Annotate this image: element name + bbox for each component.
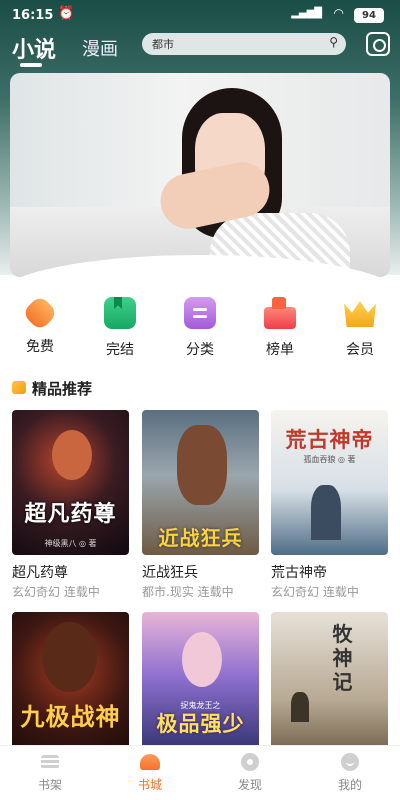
promo-banner[interactable] [10, 73, 390, 277]
wifi-icon: ◠ [333, 6, 344, 20]
bookshelf-icon [38, 752, 62, 772]
cover-figure [52, 430, 92, 480]
tab-label: 发现 [237, 778, 262, 792]
search-placeholder: 都市 [152, 38, 174, 51]
category-free[interactable]: 免费 [5, 294, 75, 361]
profile-icon[interactable] [366, 32, 390, 56]
signal-icon: ▂▄▆█ [291, 8, 322, 19]
discover-icon [238, 752, 262, 772]
book-cover[interactable]: 捉鬼龙王之 极品强少 [142, 612, 259, 757]
search-icon: ⚲ [329, 35, 338, 49]
tab-mine[interactable]: 我的 [300, 746, 400, 800]
tab-discover[interactable]: 发现 [200, 746, 300, 800]
tab-novel[interactable]: 小说 [12, 32, 56, 64]
book-meta: 玄幻奇幻 连载中 [271, 585, 359, 599]
book-cover[interactable]: 荒古神帝 孤血吞狼 ◎ 著 [271, 410, 388, 555]
alarm-icon: ⏰ [58, 6, 75, 21]
category-vip[interactable]: 会员 [325, 297, 395, 361]
book-title[interactable]: 近战狂兵 [142, 562, 198, 582]
folder-icon [12, 381, 26, 394]
bookstore-icon [138, 752, 162, 772]
top-header: 小说 漫画 都市 ⚲ [0, 30, 400, 70]
section-title: 精品推荐 [32, 380, 93, 398]
status-time: 16:15 [12, 8, 54, 23]
ranking-icon [264, 297, 296, 329]
bottom-tab-bar: 书架 书城 发现 我的 [0, 745, 400, 800]
book-cover[interactable]: 九极战神 [12, 612, 129, 757]
cover-figure [182, 632, 222, 687]
cover-figure [311, 485, 341, 540]
category-icon [184, 297, 216, 329]
cover-title: 极品强少 [156, 711, 245, 736]
cover-figure [42, 622, 97, 692]
tab-label: 书架 [37, 778, 62, 792]
book-cover[interactable]: 牧神记 [271, 612, 388, 757]
category-completed[interactable]: 完结 [85, 297, 155, 361]
category-classify[interactable]: 分类 [165, 297, 235, 361]
category-label: 榜单 [266, 342, 294, 358]
free-icon [21, 294, 59, 332]
cover-title: 九极战神 [20, 702, 121, 731]
tab-bookstore[interactable]: 书城 [100, 746, 200, 800]
book-meta: 都市.现实 连载中 [142, 585, 234, 599]
category-ranking[interactable]: 榜单 [245, 297, 315, 361]
vip-crown-icon [344, 297, 376, 329]
tab-comic[interactable]: 漫画 [82, 35, 118, 61]
battery-indicator: 94 [354, 8, 384, 23]
category-label: 会员 [346, 342, 374, 358]
book-cover[interactable]: 近战狂兵 [142, 410, 259, 555]
category-label: 完结 [106, 342, 134, 358]
tab-label: 书城 [137, 778, 162, 792]
book-title[interactable]: 超凡药尊 [12, 562, 68, 582]
completed-book-icon [104, 297, 136, 329]
cover-title: 牧神记 [332, 622, 354, 694]
status-bar: 16:15 ⏰ ▂▄▆█ ◠ 94 [0, 0, 400, 30]
tab-bookshelf[interactable]: 书架 [0, 746, 100, 800]
cover-title: 超凡药尊 [24, 501, 117, 527]
cover-title: 近战狂兵 [158, 526, 243, 550]
category-label: 免费 [26, 339, 54, 355]
category-row: 免费 完结 分类 榜单 会员 [0, 294, 400, 361]
book-title[interactable]: 荒古神帝 [271, 562, 327, 582]
tab-label: 我的 [337, 778, 362, 792]
cover-author: 神级黑八 ◎ 著 [44, 539, 97, 548]
search-input[interactable]: 都市 ⚲ [142, 33, 346, 55]
cover-title: 荒古神帝 [285, 427, 374, 452]
cover-figure [291, 692, 309, 722]
cover-figure [177, 425, 227, 505]
profile-face-icon [338, 752, 362, 772]
cover-author: 孤血吞狼 ◎ 著 [303, 455, 356, 464]
category-label: 分类 [186, 342, 214, 358]
book-meta: 玄幻奇幻 连载中 [12, 585, 100, 599]
book-cover[interactable]: 超凡药尊 神级黑八 ◎ 著 [12, 410, 129, 555]
active-tab-indicator [20, 63, 42, 67]
